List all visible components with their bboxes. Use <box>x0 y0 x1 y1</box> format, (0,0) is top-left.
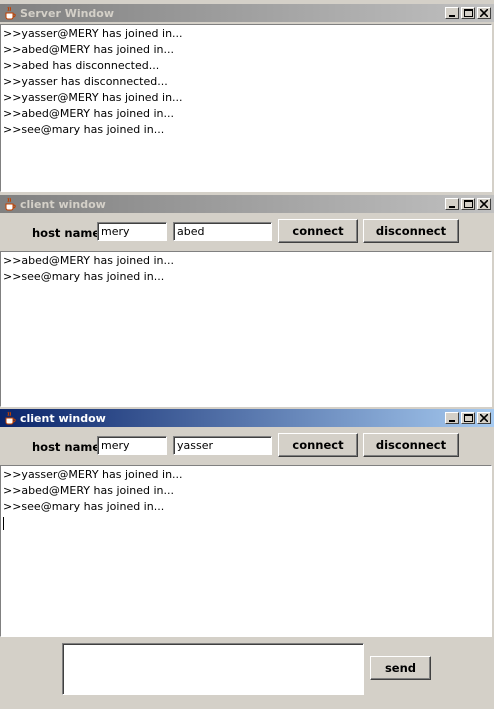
log-line: >>abed@MERY has joined in... <box>3 254 175 267</box>
log-line: >>abed@MERY has joined in... <box>3 484 175 497</box>
client1-title-bar[interactable]: client window <box>0 195 494 213</box>
java-cup-icon <box>5 411 16 425</box>
maximize-icon[interactable] <box>461 198 475 210</box>
disconnect-button[interactable]: disconnect <box>363 433 459 457</box>
client2-connection-bar: host name mery yasser connect disconnect <box>0 431 494 463</box>
log-line: >>see@mary has joined in... <box>3 270 165 283</box>
host-name-label: host name <box>32 440 101 454</box>
java-cup-icon <box>5 6 16 20</box>
minimize-icon[interactable] <box>445 198 459 210</box>
connect-button[interactable]: connect <box>278 219 358 243</box>
minimize-icon[interactable] <box>445 7 459 19</box>
host-name-field[interactable]: mery <box>97 436 167 455</box>
message-input[interactable] <box>62 643 364 695</box>
java-cup-icon <box>5 197 16 211</box>
close-icon[interactable] <box>477 7 491 19</box>
server-log-area[interactable]: >>yasser@MERY has joined in... >>abed@ME… <box>0 24 492 192</box>
client1-connection-bar: host name mery abed connect disconnect <box>0 217 494 249</box>
server-window-title: Server Window <box>20 6 115 20</box>
connect-button[interactable]: connect <box>278 433 358 457</box>
client1-log-area[interactable]: >>abed@MERY has joined in... >>see@mary … <box>0 251 492 407</box>
client1-window-title: client window <box>20 197 106 211</box>
maximize-icon[interactable] <box>461 7 475 19</box>
client2-log-area[interactable]: >>yasser@MERY has joined in... >>abed@ME… <box>0 465 492 637</box>
log-line: >>yasser@MERY has joined in... <box>3 468 183 481</box>
log-line: >>abed has disconnected... <box>3 59 160 72</box>
minimize-icon[interactable] <box>445 412 459 424</box>
server-window: Server Window >>yasser@MERY has joined i… <box>0 4 494 192</box>
log-line: >>abed@MERY has joined in... <box>3 43 175 56</box>
log-line: >>yasser has disconnected... <box>3 75 168 88</box>
client2-title-bar[interactable]: client window <box>0 409 494 427</box>
user-name-field[interactable]: yasser <box>173 436 272 455</box>
client2-window-title: client window <box>20 411 106 425</box>
server-title-bar[interactable]: Server Window <box>0 4 494 22</box>
log-line: >>see@mary has joined in... <box>3 123 165 136</box>
user-name-field[interactable]: abed <box>173 222 272 241</box>
send-button[interactable]: send <box>370 656 431 680</box>
client-window-2: client window host name mery yasser conn… <box>0 409 494 709</box>
close-icon[interactable] <box>477 198 491 210</box>
close-icon[interactable] <box>477 412 491 424</box>
client-window-1: client window host name mery abed connec… <box>0 195 494 407</box>
log-line: >>yasser@MERY has joined in... <box>3 27 183 40</box>
host-name-field[interactable]: mery <box>97 222 167 241</box>
log-line: >>see@mary has joined in... <box>3 500 165 513</box>
log-line: >>yasser@MERY has joined in... <box>3 91 183 104</box>
maximize-icon[interactable] <box>461 412 475 424</box>
log-line: >>abed@MERY has joined in... <box>3 107 175 120</box>
text-caret <box>3 515 489 531</box>
host-name-label: host name <box>32 226 101 240</box>
disconnect-button[interactable]: disconnect <box>363 219 459 243</box>
